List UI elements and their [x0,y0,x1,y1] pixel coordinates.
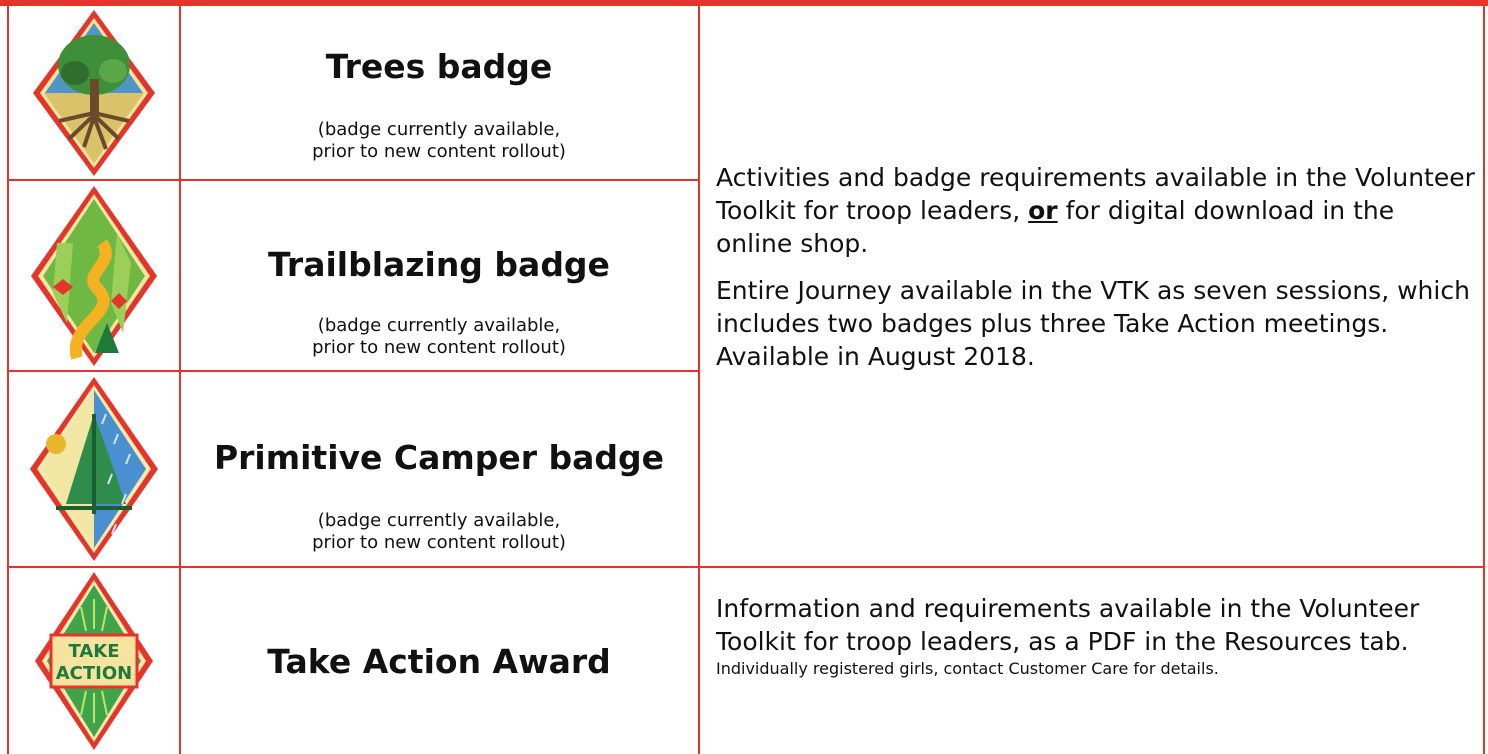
badge-note-line2: prior to new content rollout) [312,337,566,358]
badge-title: Trees badge [325,47,553,86]
badge-name-cell: Primitive Camper badge (badge currently … [181,438,697,554]
row-divider-3 [9,566,1485,568]
badge-icon-text-line1: TAKE [68,641,119,662]
tree-badge-icon [33,9,155,176]
take-action-badge-icon: TAKE ACTION [35,572,153,750]
tent-badge-icon [30,377,158,561]
badge-note-line2: prior to new content rollout) [312,532,566,553]
badge-title: Primitive Camper badge [213,438,665,477]
trail-badge-icon [31,185,157,366]
badge-name-cell: Trailblazing badge (badge currently avai… [181,245,697,359]
badge-note-line1: (badge currently available, [317,119,561,140]
badge-name-cell: Trees badge (badge currently available, … [181,47,697,163]
journey-text-paragraph2: Entire Journey available in the VTK as s… [716,276,1470,371]
badge-image-cell [9,372,179,566]
award-text-small: Individually registered girls, contact C… [716,659,1219,678]
badge-title: Trailblazing badge [268,245,610,284]
column-divider-2 [698,0,700,754]
badge-note-line2: prior to new content rollout) [312,141,566,162]
badge-image-cell: TAKE ACTION [9,568,179,754]
badge-icon-text-line2: ACTION [56,663,132,684]
badge-name-cell: Take Action Award [181,642,697,682]
badge-note-line1: (badge currently available, [317,315,561,336]
journey-text-emphasis: or [1028,196,1058,225]
badge-note-line1: (badge currently available, [317,510,561,531]
badge-title: Take Action Award [267,642,611,681]
award-description: Information and requirements available i… [716,592,1456,680]
badge-image-cell [9,181,179,370]
award-text-main: Information and requirements available i… [716,594,1420,656]
badge-image-cell [9,6,179,179]
journey-description: Activities and badge requirements availa… [716,161,1476,373]
